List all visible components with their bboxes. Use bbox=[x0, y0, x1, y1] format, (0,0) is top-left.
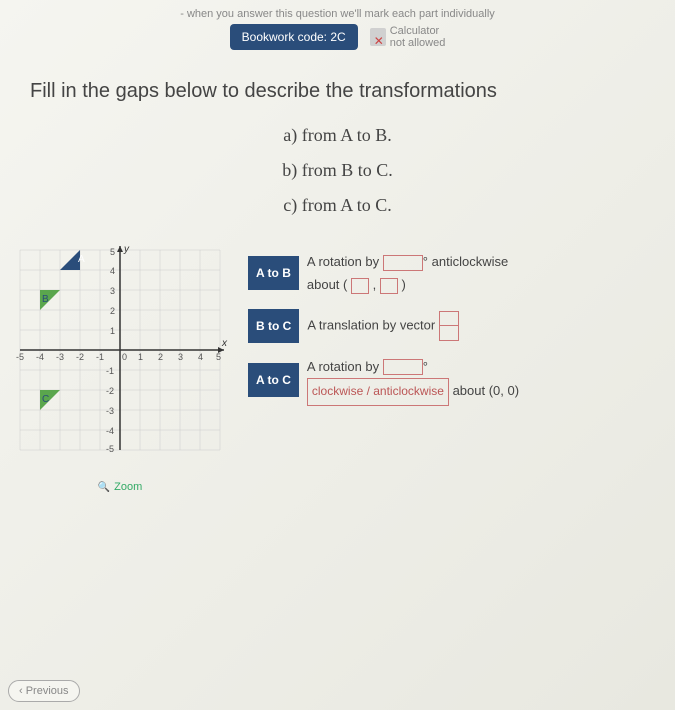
svg-text:-5: -5 bbox=[106, 444, 114, 454]
answer-a-to-b: A to B A rotation by ° anticlockwise abo… bbox=[248, 250, 665, 297]
question-part-c: c) from A to C. bbox=[30, 195, 645, 216]
header-note: - when you answer this question we'll ma… bbox=[180, 8, 495, 20]
tag-b-to-c: B to C bbox=[248, 309, 299, 343]
answer-a-to-c: A to C A rotation by ° clockwise / antic… bbox=[248, 355, 665, 406]
btoc-vector-input[interactable] bbox=[439, 311, 459, 341]
tag-a-to-b: A to B bbox=[248, 256, 299, 290]
svg-text:-4: -4 bbox=[36, 352, 44, 362]
atoc-angle-input[interactable] bbox=[383, 359, 423, 375]
shape-c-label: C bbox=[42, 394, 49, 405]
svg-text:-4: -4 bbox=[106, 426, 114, 436]
atoc-direction-choice[interactable]: clockwise / anticlockwise bbox=[307, 378, 449, 406]
atob-centre-y-input[interactable] bbox=[380, 278, 398, 294]
shape-a-label: A bbox=[78, 254, 85, 265]
svg-text:0: 0 bbox=[122, 352, 127, 362]
atob-angle-input[interactable] bbox=[383, 255, 423, 271]
svg-text:1: 1 bbox=[110, 326, 115, 336]
x-axis-label: x bbox=[221, 338, 228, 349]
zoom-button[interactable]: Zoom bbox=[10, 481, 230, 493]
svg-text:-1: -1 bbox=[106, 366, 114, 376]
svg-text:-1: -1 bbox=[96, 352, 104, 362]
svg-text:1: 1 bbox=[138, 352, 143, 362]
question-part-b: b) from B to C. bbox=[30, 160, 645, 181]
calculator-icon bbox=[370, 28, 386, 46]
svg-text:-5: -5 bbox=[16, 352, 24, 362]
svg-text:-3: -3 bbox=[56, 352, 64, 362]
shape-b-label: B bbox=[42, 294, 49, 305]
svg-text:-2: -2 bbox=[76, 352, 84, 362]
coordinate-graph: A B C -5-4-3 -2-10 123 45 543 21 -1-2-3 … bbox=[10, 240, 230, 460]
svg-text:5: 5 bbox=[216, 352, 221, 362]
calculator-not-allowed: not allowed bbox=[390, 37, 446, 49]
previous-button[interactable]: ‹ Previous bbox=[8, 680, 80, 702]
svg-text:4: 4 bbox=[198, 352, 203, 362]
svg-text:4: 4 bbox=[110, 266, 115, 276]
zoom-icon bbox=[98, 481, 110, 493]
bookwork-code-badge: Bookwork code: 2C bbox=[230, 24, 358, 50]
atob-centre-x-input[interactable] bbox=[351, 278, 369, 294]
answer-b-to-c: B to C A translation by vector bbox=[248, 309, 665, 343]
calculator-status: Calculator not allowed bbox=[370, 25, 446, 49]
svg-text:5: 5 bbox=[110, 247, 115, 257]
svg-text:3: 3 bbox=[178, 352, 183, 362]
svg-text:2: 2 bbox=[110, 306, 115, 316]
svg-text:-2: -2 bbox=[106, 386, 114, 396]
svg-text:2: 2 bbox=[158, 352, 163, 362]
calculator-label: Calculator bbox=[390, 25, 446, 37]
question-main: Fill in the gaps below to describe the t… bbox=[30, 80, 645, 103]
tag-a-to-c: A to C bbox=[248, 363, 299, 397]
svg-text:3: 3 bbox=[110, 286, 115, 296]
y-axis-label: y bbox=[123, 244, 130, 255]
question-part-a: a) from A to B. bbox=[30, 125, 645, 146]
svg-text:-3: -3 bbox=[106, 406, 114, 416]
